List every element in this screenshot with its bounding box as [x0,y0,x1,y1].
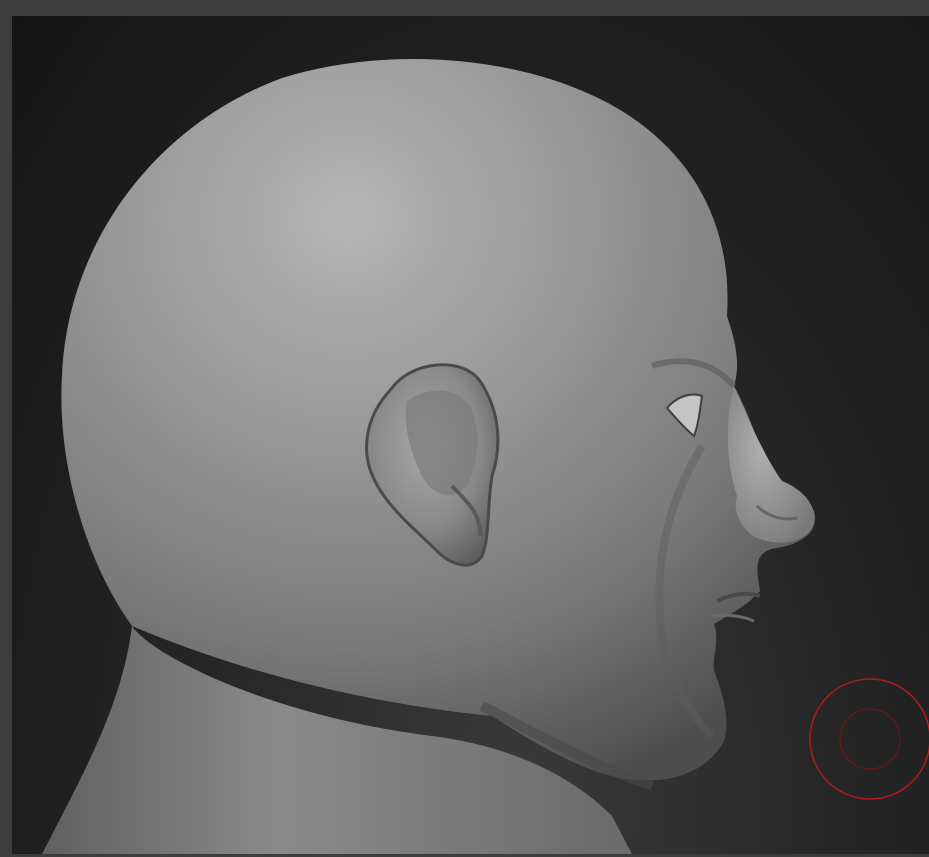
viewport-canvas[interactable] [12,16,929,854]
nose [727,386,815,543]
sculpt-viewport[interactable] [12,16,929,854]
app-window [0,0,929,857]
brush-cursor-icon[interactable] [809,678,929,800]
